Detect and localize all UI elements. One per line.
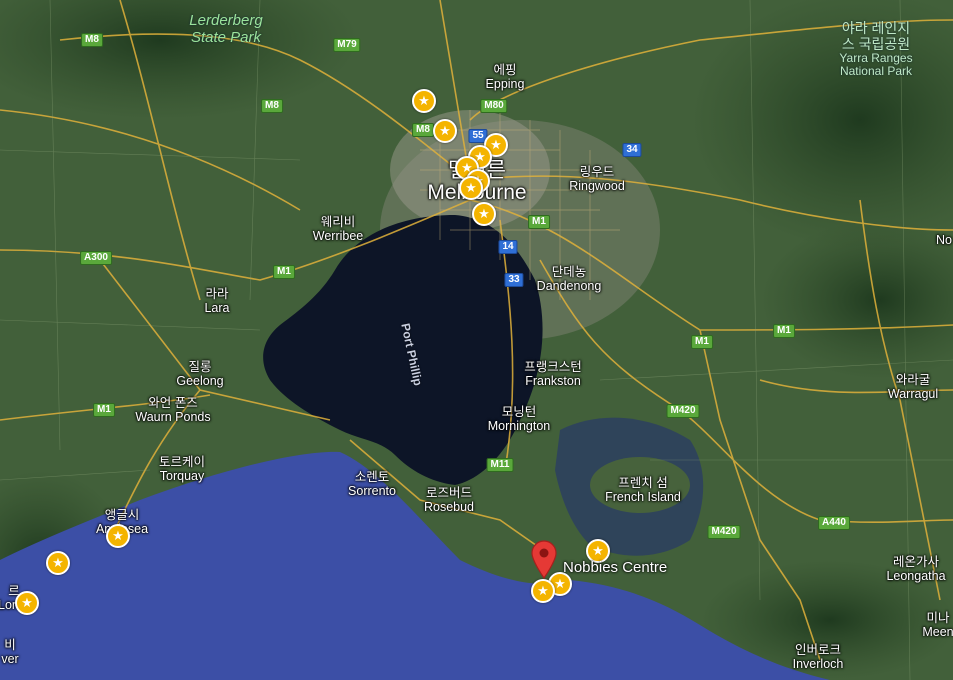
road-shield: M1 — [773, 324, 795, 338]
place-label-epping: 에핑 Epping — [485, 63, 525, 91]
road-shield: M1 — [273, 265, 295, 279]
place-label-ringwood: 링우드 Ringwood — [569, 165, 625, 193]
road-shield: M79 — [333, 38, 361, 52]
place-label-french-island: 프렌치 섬 French Island — [605, 476, 681, 504]
road-shield: M8 — [81, 33, 103, 47]
road-shield: A300 — [80, 251, 112, 265]
place-label-meen: 미나 Meen — [922, 611, 953, 639]
road-shield: 14 — [498, 240, 518, 254]
road-shield: M80 — [480, 99, 508, 113]
place-label-mornington: 모닝턴 Mornington — [487, 405, 551, 433]
place-label-yarra-ranges: 야라 레인지 스 국립공원 Yarra Ranges National Park — [839, 20, 913, 78]
place-label-leongatha: 레온가사 Leongatha — [886, 555, 946, 583]
selected-place-label[interactable]: Nobbies Centre — [563, 559, 667, 576]
place-label-frankston: 프랭크스턴 Frankston — [524, 360, 582, 388]
road-shield: 33 — [504, 273, 524, 287]
place-label-river: 비 ver — [1, 638, 19, 666]
star-icon[interactable]: ★ — [412, 89, 436, 113]
road-shield: M8 — [261, 99, 283, 113]
map-terrain — [0, 0, 953, 680]
star-icon[interactable]: ★ — [459, 176, 483, 200]
place-label-warragul: 와라굴 Warragul — [887, 373, 939, 401]
road-shield: M420 — [666, 404, 700, 418]
place-label-lerderberg: Lerderberg State Park — [189, 12, 263, 46]
map-pin-icon-shape — [531, 540, 557, 580]
road-shield: M11 — [486, 458, 514, 472]
road-shield: M1 — [93, 403, 115, 417]
place-label-inverloch: 인버로크 Inverloch — [792, 643, 844, 671]
place-label-torquay: 토르케이 Torquay — [158, 455, 206, 483]
place-label-geelong: 질롱 Geelong — [176, 360, 224, 388]
road-shield: M1 — [528, 215, 550, 229]
road-shield: 34 — [622, 143, 642, 157]
road-shield: A440 — [818, 516, 850, 530]
star-icon[interactable]: ★ — [472, 202, 496, 226]
place-label-rosebud: 로즈버드 Rosebud — [423, 486, 475, 514]
star-icon[interactable]: ★ — [46, 551, 70, 575]
map-canvas[interactable]: Lerderberg State Park 야라 레인지 스 국립공원 Yarr… — [0, 0, 953, 680]
place-label-werribee: 웨리비 Werribee — [312, 215, 364, 243]
road-shield: M1 — [691, 335, 713, 349]
star-icon[interactable]: ★ — [15, 591, 39, 615]
place-label-waurn-ponds: 와언 폰즈 Waurn Ponds — [135, 396, 211, 424]
place-label-lara: 라라 Lara — [204, 287, 230, 315]
place-label-no: No — [936, 233, 952, 247]
star-icon[interactable]: ★ — [433, 119, 457, 143]
place-label-sorrento: 소렌토 Sorrento — [348, 470, 396, 498]
road-shield: M420 — [707, 525, 741, 539]
place-label-dandenong: 단데농 Dandenong — [536, 265, 602, 293]
star-icon[interactable]: ★ — [106, 524, 130, 548]
road-shield: M8 — [412, 123, 434, 137]
map-pin-icon[interactable] — [530, 539, 558, 584]
